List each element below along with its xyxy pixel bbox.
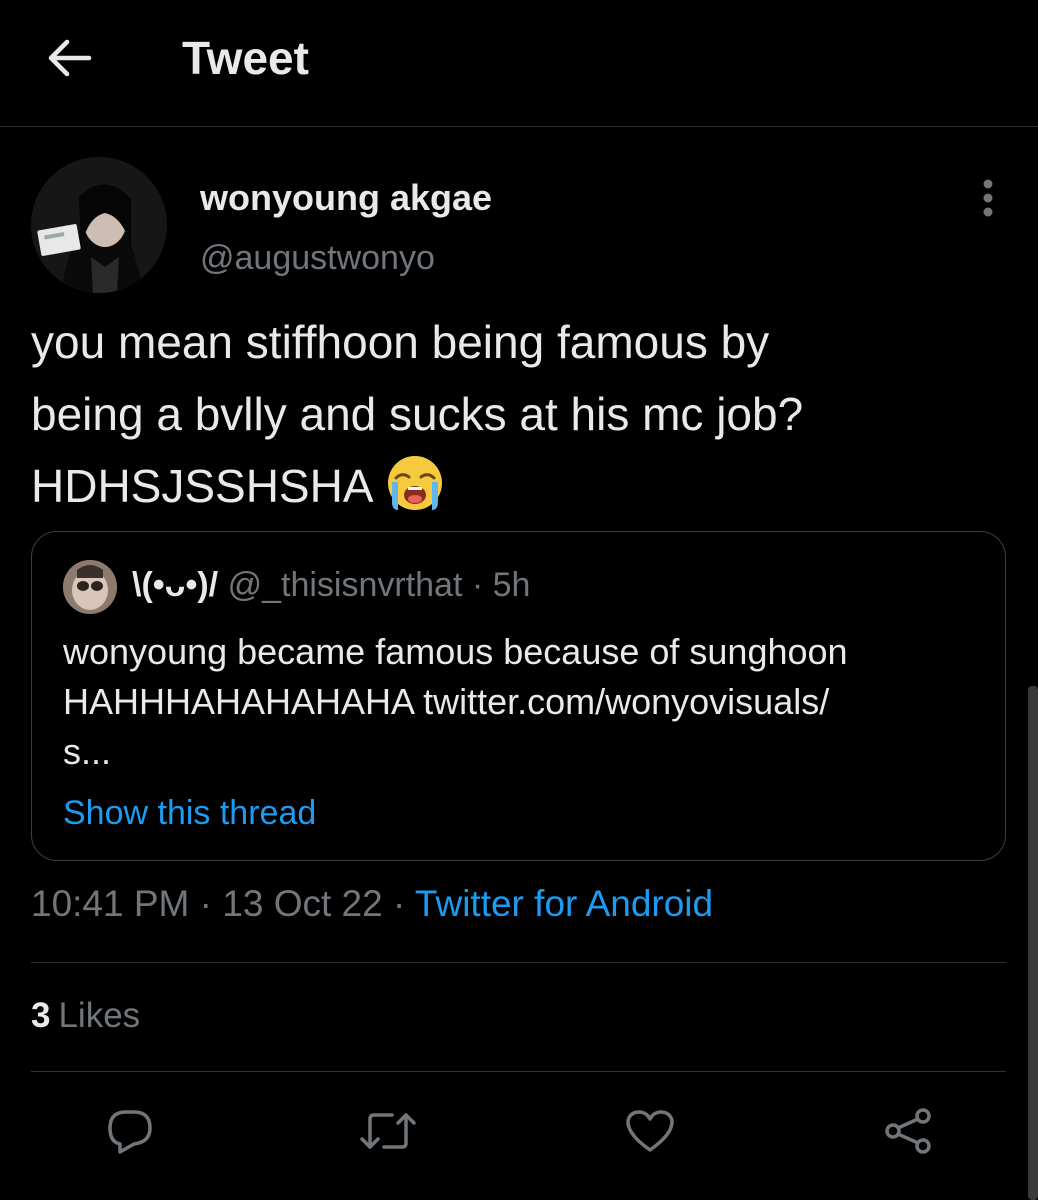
like-icon [626,1110,674,1152]
tweet-time: 10:41 PM [31,883,190,924]
share-icon [885,1108,931,1154]
meta-separator: · [189,883,223,924]
likes-number: 3 [31,996,51,1035]
tweet-meta: 10:41 PM · 13 Oct 22 · Twitter for Andro… [31,880,713,928]
tweet-date: 13 Oct 22 [222,883,383,924]
more-vertical-icon [983,179,993,217]
likes-count[interactable]: 3 Likes [31,993,140,1039]
author-handle[interactable]: @augustwonyo [200,237,435,279]
reply-icon [108,1110,152,1154]
quoted-separator: · [462,566,493,604]
tweet-source-link[interactable]: Twitter for Android [415,883,713,924]
loudly-crying-face-emoji [387,455,442,510]
top-bar: Tweet [0,0,1038,127]
retweet-button[interactable] [360,1103,416,1159]
scrollbar[interactable] [1028,686,1038,1200]
divider [31,962,1006,963]
show-thread-link[interactable]: Show this thread [63,790,316,836]
page-title: Tweet [182,32,309,84]
quoted-avatar-image [63,560,117,614]
avatar[interactable] [31,157,167,293]
more-options-button[interactable] [966,176,1010,220]
share-button[interactable] [880,1103,936,1159]
arrow-left-icon [48,39,92,77]
quoted-tweet-card[interactable]: \(•ᴗ•)/ @_thisisnvrthat · 5h wonyoung be… [31,531,1006,861]
quoted-time: 5h [492,566,531,604]
tweet-text: you mean stiffhoon being famous by being… [31,306,1011,522]
reply-button[interactable] [102,1103,158,1159]
quoted-avatar[interactable] [63,560,117,614]
quoted-tweet-text: wonyoung became famous because of sungho… [63,631,848,772]
quoted-display-name[interactable]: \(•ᴗ•)/ [132,566,218,604]
like-button[interactable] [622,1103,678,1159]
quoted-meta: \(•ᴗ•)/ @_thisisnvrthat · 5h [132,562,530,608]
avatar-image [31,157,167,293]
author-display-name[interactable]: wonyoung akgae [200,176,492,220]
divider [31,1071,1006,1072]
back-button[interactable] [40,30,100,86]
retweet-icon [360,1113,416,1149]
meta-separator: · [382,883,415,924]
likes-label: Likes [58,996,141,1035]
quoted-handle[interactable]: @_thisisnvrthat [228,566,463,604]
